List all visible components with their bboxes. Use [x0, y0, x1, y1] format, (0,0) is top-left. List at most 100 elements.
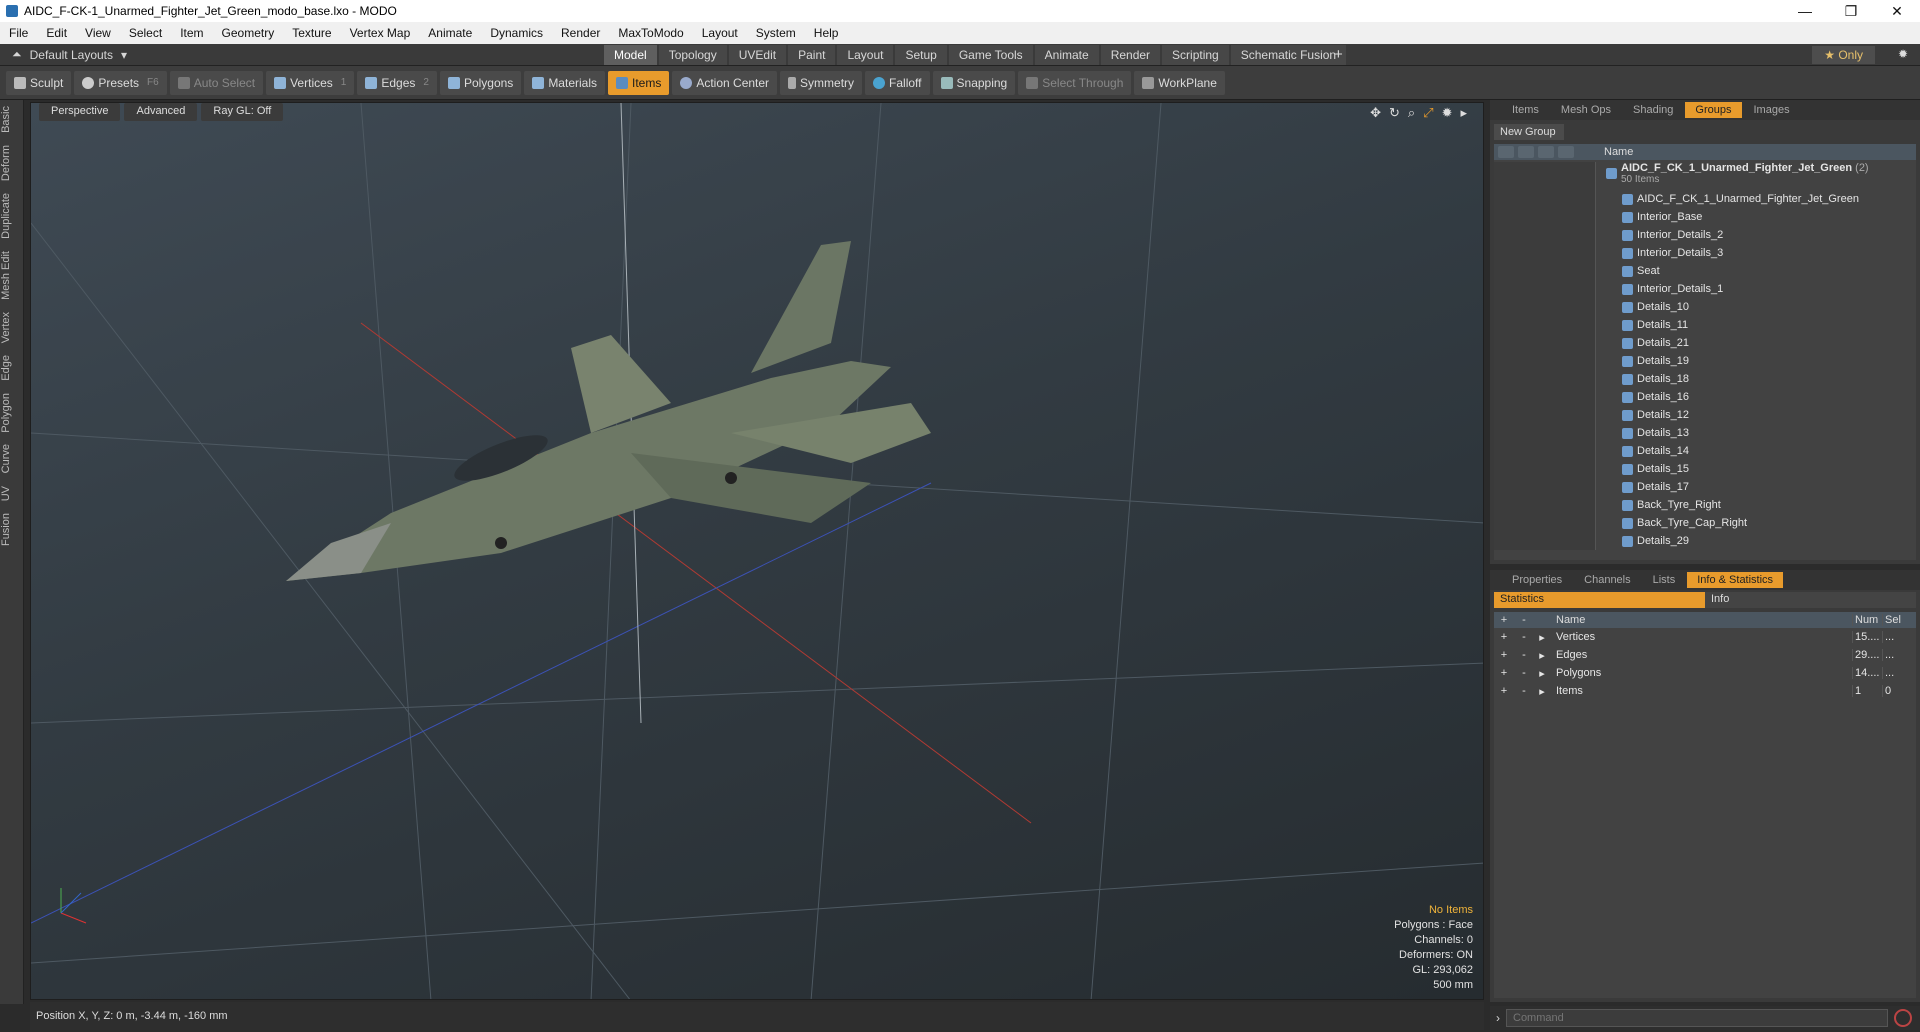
- tab-uvedit[interactable]: UVEdit: [728, 44, 787, 65]
- tree-row[interactable]: Interior_Details_1: [1494, 280, 1916, 298]
- tree-row[interactable]: Details_14: [1494, 442, 1916, 460]
- side-tab-uv[interactable]: UV: [0, 480, 24, 507]
- tree-row[interactable]: Details_17: [1494, 478, 1916, 496]
- auto-select-button[interactable]: Auto Select: [169, 70, 264, 95]
- collapse-icon[interactable]: -: [1514, 649, 1534, 661]
- eye-icon[interactable]: [1498, 146, 1514, 158]
- tree-row[interactable]: Details_19: [1494, 352, 1916, 370]
- materials-button[interactable]: Materials: [524, 70, 605, 95]
- menu-item-dynamics[interactable]: Dynamics: [481, 26, 552, 40]
- rotate-icon[interactable]: ↻: [1389, 105, 1400, 121]
- layouts-dropdown[interactable]: ⏶ Default Layouts ▾: [0, 47, 600, 62]
- tab-paint[interactable]: Paint: [788, 44, 836, 65]
- side-tab-duplicate[interactable]: Duplicate: [0, 187, 24, 245]
- menu-item-maxtomodo[interactable]: MaxToModo: [609, 26, 692, 40]
- expand-icon[interactable]: +: [1494, 649, 1514, 661]
- expand-icon[interactable]: +: [1494, 667, 1514, 679]
- side-tab-basic[interactable]: Basic: [0, 100, 24, 139]
- panel-tab-mesh-ops[interactable]: Mesh Ops: [1551, 102, 1621, 118]
- menu-item-item[interactable]: Item: [171, 26, 212, 40]
- tab-render[interactable]: Render: [1100, 44, 1161, 65]
- menu-item-view[interactable]: View: [76, 26, 120, 40]
- gear-icon[interactable]: ✹: [1898, 47, 1908, 61]
- tree-row[interactable]: Back_Tyre_Right: [1494, 496, 1916, 514]
- menu-item-texture[interactable]: Texture: [283, 26, 340, 40]
- expand-icon[interactable]: +: [1494, 631, 1514, 643]
- zoom-icon[interactable]: ⌕: [1408, 105, 1415, 121]
- vertices-button[interactable]: Vertices 1: [266, 70, 355, 95]
- triangle-right-icon[interactable]: ▸: [1534, 631, 1550, 644]
- fit-icon[interactable]: ⤢: [1423, 105, 1433, 121]
- tab-model[interactable]: Model: [604, 44, 657, 65]
- stats-row[interactable]: + - ▸ Polygons 14.......: [1494, 664, 1916, 682]
- panel-tab-groups[interactable]: Groups: [1685, 102, 1742, 118]
- select-through-button[interactable]: Select Through: [1018, 70, 1132, 95]
- tree-row[interactable]: Details_18: [1494, 370, 1916, 388]
- panel-tab-images[interactable]: Images: [1744, 102, 1800, 118]
- render-icon[interactable]: [1538, 146, 1554, 158]
- advanced-dropdown[interactable]: Advanced: [124, 103, 198, 121]
- polygons-button[interactable]: Polygons: [439, 70, 522, 95]
- menu-item-layout[interactable]: Layout: [693, 26, 747, 40]
- tree-row[interactable]: AIDC_F_CK_1_Unarmed_Fighter_Jet_Green: [1494, 190, 1916, 208]
- workplane-button[interactable]: WorkPlane: [1134, 70, 1225, 95]
- side-tab-fusion[interactable]: Fusion: [0, 507, 24, 552]
- play-icon[interactable]: ▸: [1460, 105, 1467, 121]
- tab-game-tools[interactable]: Game Tools: [948, 44, 1033, 65]
- tree-row[interactable]: Back_Tyre_Cap_Right: [1494, 514, 1916, 532]
- menu-item-help[interactable]: Help: [805, 26, 848, 40]
- tree-row[interactable]: Details_13: [1494, 424, 1916, 442]
- triangle-right-icon[interactable]: ▸: [1534, 649, 1550, 662]
- snapping-button[interactable]: Snapping: [932, 70, 1016, 95]
- items-button[interactable]: Items: [608, 70, 670, 95]
- minimize-button[interactable]: —: [1782, 0, 1828, 22]
- sculpt-button[interactable]: Sculpt: [6, 70, 72, 95]
- side-tab-mesh-edit[interactable]: Mesh Edit: [0, 245, 24, 306]
- tab-animate[interactable]: Animate: [1034, 44, 1099, 65]
- select-icon[interactable]: [1558, 146, 1574, 158]
- side-tab-edge[interactable]: Edge: [0, 349, 24, 387]
- tree-row[interactable]: Details_21: [1494, 334, 1916, 352]
- action-center-button[interactable]: Action Center: [672, 70, 778, 95]
- collapse-all-icon[interactable]: -: [1514, 614, 1534, 626]
- triangle-right-icon[interactable]: ▸: [1534, 685, 1550, 698]
- close-button[interactable]: ✕: [1874, 0, 1920, 22]
- panel-tab-properties[interactable]: Properties: [1502, 572, 1572, 588]
- subtab-info[interactable]: Info: [1705, 592, 1916, 608]
- panel-tab-info-statistics[interactable]: Info & Statistics: [1687, 572, 1784, 588]
- tab-schematic-fusion[interactable]: Schematic Fusion: [1230, 44, 1347, 65]
- stats-row[interactable]: + - ▸ Items 1 0: [1494, 682, 1916, 700]
- panel-tab-lists[interactable]: Lists: [1643, 572, 1686, 588]
- tree-row[interactable]: Details_15: [1494, 460, 1916, 478]
- panel-tab-channels[interactable]: Channels: [1574, 572, 1640, 588]
- move-icon[interactable]: ✥: [1370, 105, 1381, 121]
- tab-setup[interactable]: Setup: [895, 44, 947, 65]
- collapse-icon[interactable]: -: [1514, 667, 1534, 679]
- tree-row[interactable]: Seat: [1494, 262, 1916, 280]
- menu-item-system[interactable]: System: [747, 26, 805, 40]
- triangle-right-icon[interactable]: ▸: [1534, 667, 1550, 680]
- new-group-button[interactable]: New Group: [1494, 124, 1564, 140]
- panel-tab-shading[interactable]: Shading: [1623, 102, 1683, 118]
- 3d-viewport[interactable]: Perspective Advanced Ray GL: Off ✥ ↻ ⌕ ⤢…: [30, 102, 1484, 1000]
- expand-all-icon[interactable]: +: [1494, 614, 1514, 626]
- menu-item-render[interactable]: Render: [552, 26, 609, 40]
- menu-item-select[interactable]: Select: [120, 26, 171, 40]
- tree-row[interactable]: Interior_Base: [1494, 208, 1916, 226]
- lock-icon[interactable]: [1518, 146, 1534, 158]
- tree-row[interactable]: Interior_Details_3: [1494, 244, 1916, 262]
- menu-item-file[interactable]: File: [0, 26, 37, 40]
- stats-row[interactable]: + - ▸ Vertices 15.......: [1494, 628, 1916, 646]
- record-icon[interactable]: [1894, 1009, 1912, 1027]
- tree-row[interactable]: Details_29: [1494, 532, 1916, 550]
- expand-icon[interactable]: +: [1494, 685, 1514, 697]
- collapse-icon[interactable]: -: [1514, 631, 1534, 643]
- collapse-icon[interactable]: -: [1514, 685, 1534, 697]
- tab-scripting[interactable]: Scripting: [1162, 44, 1229, 65]
- only-toggle[interactable]: ★ Only: [1812, 46, 1875, 64]
- menu-item-geometry[interactable]: Geometry: [213, 26, 284, 40]
- menu-item-animate[interactable]: Animate: [419, 26, 481, 40]
- tree-root-row[interactable]: AIDC_F_CK_1_Unarmed_Fighter_Jet_Green (2…: [1494, 160, 1916, 192]
- symmetry-button[interactable]: Symmetry: [780, 70, 863, 95]
- panel-tab-items[interactable]: Items: [1502, 102, 1549, 118]
